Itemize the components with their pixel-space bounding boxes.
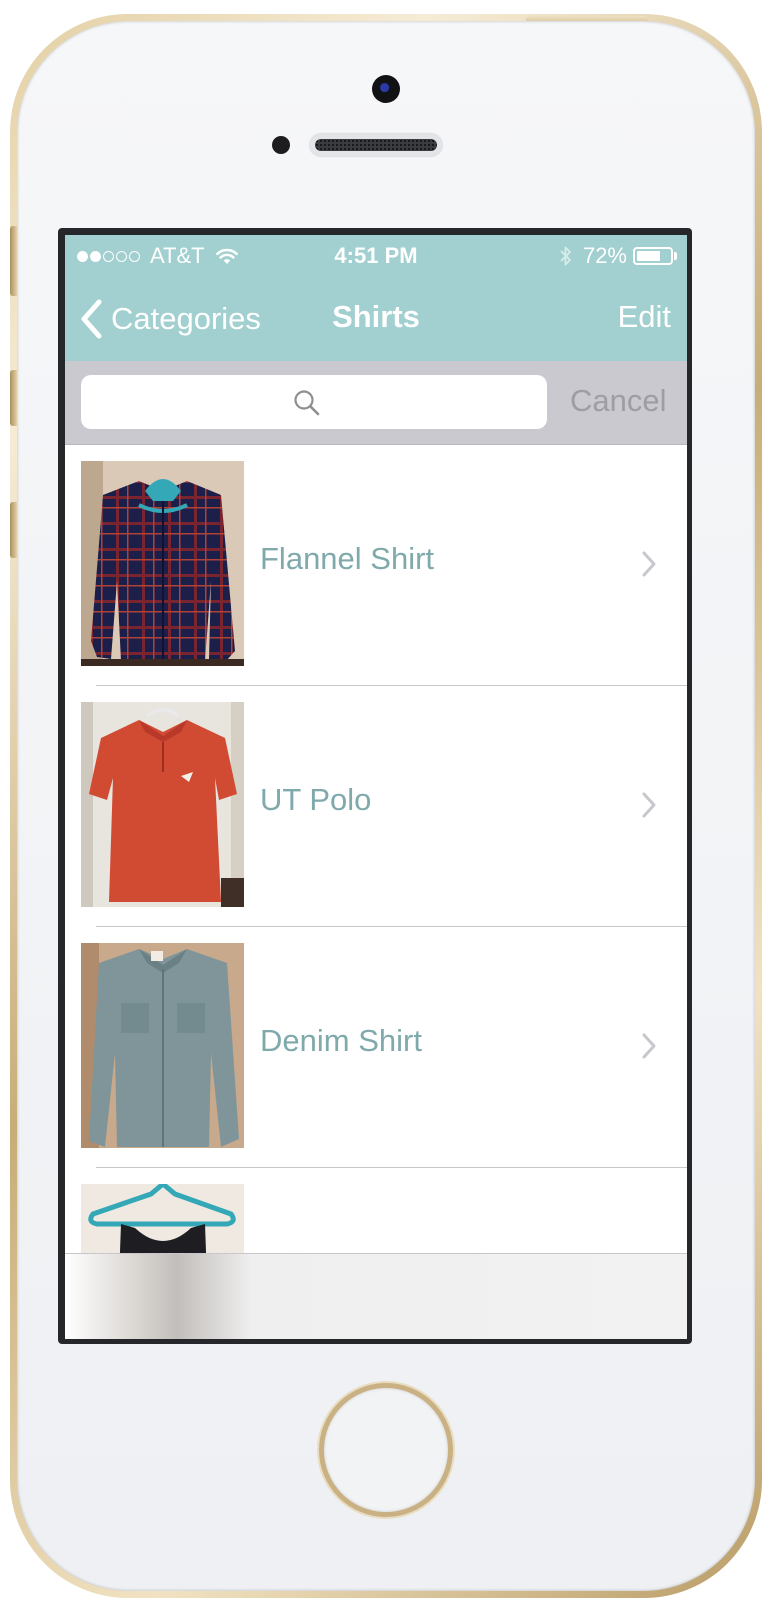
battery-icon — [633, 247, 673, 265]
list-item-ut-polo[interactable]: UT Polo — [65, 686, 687, 927]
disclosure-chevron-icon — [642, 1033, 656, 1059]
page-title: Shirts — [332, 299, 420, 334]
item-label: Flannel Shirt — [260, 541, 435, 576]
back-button[interactable]: Categories — [79, 297, 261, 341]
front-camera — [372, 75, 400, 103]
list-item-denim-shirt[interactable]: Denim Shirt — [65, 927, 687, 1168]
search-input[interactable] — [81, 375, 547, 429]
home-button[interactable] — [319, 1383, 453, 1517]
disclosure-chevron-icon — [642, 551, 656, 577]
cancel-button[interactable]: Cancel — [570, 383, 667, 419]
bluetooth-icon — [560, 246, 571, 266]
status-bar: AT&T 4:51 PM 72% — [65, 235, 687, 277]
flannel-shirt-thumbnail — [81, 461, 244, 666]
ut-polo-thumbnail — [81, 702, 244, 907]
edit-button[interactable]: Edit — [618, 299, 671, 335]
shirt-list: Flannel Shirt UT Polo Denim Shirt — [65, 445, 687, 1339]
bottom-toolbar — [65, 1253, 687, 1339]
battery-percentage: 72% — [582, 243, 627, 268]
item-label: UT Polo — [260, 782, 372, 817]
back-button-label: Categories — [111, 301, 261, 336]
back-chevron-icon — [81, 299, 102, 339]
earpiece-speaker — [310, 134, 442, 156]
disclosure-chevron-icon — [642, 792, 656, 818]
navigation-bar: Categories Shirts Edit — [65, 277, 687, 361]
item-label: Denim Shirt — [260, 1023, 422, 1058]
search-bar: Cancel — [65, 361, 687, 445]
denim-shirt-thumbnail — [81, 943, 244, 1148]
list-item-flannel-shirt[interactable]: Flannel Shirt — [65, 445, 687, 686]
proximity-sensor — [272, 136, 290, 154]
screen: AT&T 4:51 PM 72% Categories Shirts Edit — [65, 235, 687, 1339]
